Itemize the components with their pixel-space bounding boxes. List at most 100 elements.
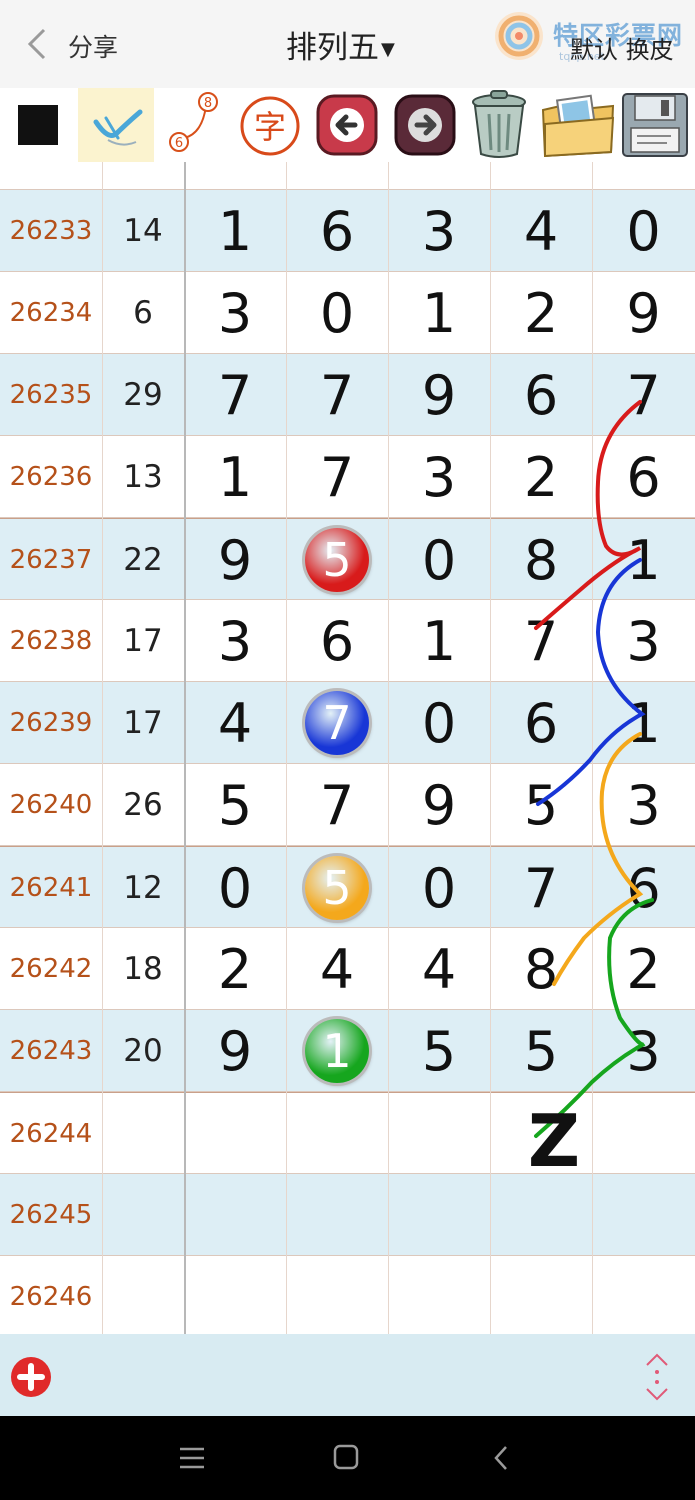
digit-cell-2[interactable]: 4	[286, 928, 388, 1010]
digit-cell-5[interactable]: 9	[592, 272, 695, 354]
clear-button[interactable]	[463, 88, 535, 162]
digit-cell-5[interactable]: 6	[592, 436, 695, 518]
digit-cell-1[interactable]	[184, 1256, 286, 1334]
digit-cell-4[interactable]: 7	[490, 600, 592, 682]
pen-tool-button[interactable]	[78, 88, 154, 162]
digit-cell-5[interactable]: 3	[592, 600, 695, 682]
highlighted-digit[interactable]: 1	[305, 1019, 369, 1083]
digit-cell-4[interactable]: 6	[490, 682, 592, 764]
table-row[interactable]: 26238 17 3 6 1 7 3	[0, 600, 695, 682]
digit-cell-1[interactable]: 9	[184, 519, 286, 601]
table-row[interactable]: 26239 17 4 7 0 6 1	[0, 682, 695, 764]
digit-cell-2[interactable]: 7	[286, 436, 388, 518]
digit-cell-1[interactable]: 5	[184, 764, 286, 846]
digit-cell-3[interactable]: 3	[388, 436, 490, 518]
digit-cell-2[interactable]: 7	[286, 682, 388, 764]
lottery-type-dropdown[interactable]: 排列五 ▼	[286, 22, 395, 67]
digit-cell-3[interactable]	[388, 1093, 490, 1175]
digit-cell-2[interactable]: 6	[286, 600, 388, 682]
digit-cell-1[interactable]: 2	[184, 928, 286, 1010]
digit-cell-4[interactable]: 7	[490, 847, 592, 929]
table-row[interactable]: 26236 13 1 7 3 2 6	[0, 436, 695, 518]
table-row[interactable]: 26243 20 9 1 5 5 3	[0, 1010, 695, 1092]
digit-cell-4[interactable]	[490, 1174, 592, 1256]
digit-cell-2[interactable]: 6	[286, 190, 388, 272]
table-row[interactable]: 26237 22 9 5 0 8 1	[0, 518, 695, 600]
recent-apps-button[interactable]	[172, 1442, 212, 1474]
pen-color-swatch[interactable]	[18, 105, 58, 145]
digit-cell-5[interactable]: 6	[592, 847, 695, 929]
table-row[interactable]: 26233 14 1 6 3 4 0	[0, 190, 695, 272]
digit-cell-5[interactable]: 0	[592, 190, 695, 272]
save-button[interactable]	[619, 88, 691, 162]
table-row[interactable]: 26244	[0, 1092, 695, 1174]
digit-cell-1[interactable]: 4	[184, 682, 286, 764]
digit-cell-4[interactable]: 5	[490, 1010, 592, 1092]
digit-cell-3[interactable]: 0	[388, 519, 490, 601]
digit-cell-5[interactable]: 1	[592, 519, 695, 601]
image-button[interactable]	[539, 88, 617, 162]
digit-cell-1[interactable]	[184, 1093, 286, 1175]
digit-cell-3[interactable]: 3	[388, 190, 490, 272]
digit-cell-3[interactable]: 0	[388, 847, 490, 929]
digit-cell-1[interactable]: 0	[184, 847, 286, 929]
digit-cell-5[interactable]: 3	[592, 1010, 695, 1092]
digit-cell-4[interactable]	[490, 1093, 592, 1175]
digit-cell-5[interactable]	[592, 1093, 695, 1175]
digit-cell-5[interactable]	[592, 1174, 695, 1256]
highlighted-digit[interactable]: 5	[305, 528, 369, 592]
digit-cell-1[interactable]: 7	[184, 354, 286, 436]
digit-cell-2[interactable]: 1	[286, 1010, 388, 1092]
results-grid[interactable]: 15 2623314163402623463012926235297796726…	[0, 162, 695, 1334]
digit-cell-3[interactable]: 9	[388, 354, 490, 436]
back-button[interactable]	[22, 26, 56, 62]
digit-cell-5[interactable]: 3	[592, 764, 695, 846]
digit-cell-4[interactable]: 6	[490, 354, 592, 436]
digit-cell-2[interactable]: 5	[286, 519, 388, 601]
digit-cell-5[interactable]	[592, 1256, 695, 1334]
digit-cell-4[interactable]	[490, 1256, 592, 1334]
digit-cell-3[interactable]: 9	[388, 764, 490, 846]
digit-cell-2[interactable]: 0	[286, 272, 388, 354]
digit-cell-3[interactable]: 1	[388, 272, 490, 354]
link-numbers-button[interactable]: 6 8	[162, 88, 232, 162]
system-back-button[interactable]	[482, 1442, 522, 1474]
digit-cell-1[interactable]: 9	[184, 1010, 286, 1092]
digit-cell-5[interactable]: 1	[592, 682, 695, 764]
resize-rows-button[interactable]	[642, 1352, 672, 1402]
text-tool-button[interactable]: 字	[236, 88, 306, 162]
digit-cell-2[interactable]	[286, 1093, 388, 1175]
table-row[interactable]: 26246	[0, 1256, 695, 1334]
table-row[interactable]: 26245	[0, 1174, 695, 1256]
digit-cell-4[interactable]: 8	[490, 519, 592, 601]
digit-cell-1[interactable]: 3	[184, 600, 286, 682]
digit-cell-4[interactable]: 4	[490, 190, 592, 272]
digit-cell-3[interactable]: 4	[388, 928, 490, 1010]
digit-cell-1[interactable]	[184, 1174, 286, 1256]
digit-cell-4[interactable]: 5	[490, 764, 592, 846]
digit-cell-4[interactable]: 8	[490, 928, 592, 1010]
share-button[interactable]: 分享	[68, 28, 118, 64]
highlighted-digit[interactable]: 7	[305, 691, 369, 755]
table-row[interactable]: 26234 6 3 0 1 2 9	[0, 272, 695, 354]
table-row[interactable]: 26240 26 5 7 9 5 3	[0, 764, 695, 846]
digit-cell-1[interactable]: 1	[184, 436, 286, 518]
digit-cell-2[interactable]: 5	[286, 847, 388, 929]
digit-cell-2[interactable]: 7	[286, 354, 388, 436]
add-button[interactable]	[10, 1356, 52, 1398]
table-row[interactable]: 26242 18 2 4 4 8 2	[0, 928, 695, 1010]
change-skin-button[interactable]: 换皮	[626, 36, 674, 64]
digit-cell-4[interactable]: 2	[490, 436, 592, 518]
digit-cell-2[interactable]	[286, 1256, 388, 1334]
digit-cell-3[interactable]	[388, 1256, 490, 1334]
table-row[interactable]: 26235 29 7 7 9 6 7	[0, 354, 695, 436]
table-row[interactable]: 26241 12 0 5 0 7 6	[0, 846, 695, 928]
highlighted-digit[interactable]: 5	[305, 856, 369, 920]
undo-button[interactable]	[312, 88, 382, 162]
digit-cell-3[interactable]	[388, 1174, 490, 1256]
digit-cell-5[interactable]: 2	[592, 928, 695, 1010]
digit-cell-3[interactable]: 5	[388, 1010, 490, 1092]
default-skin-button[interactable]: 默认	[570, 36, 618, 64]
digit-cell-3[interactable]: 0	[388, 682, 490, 764]
digit-cell-1[interactable]: 3	[184, 272, 286, 354]
